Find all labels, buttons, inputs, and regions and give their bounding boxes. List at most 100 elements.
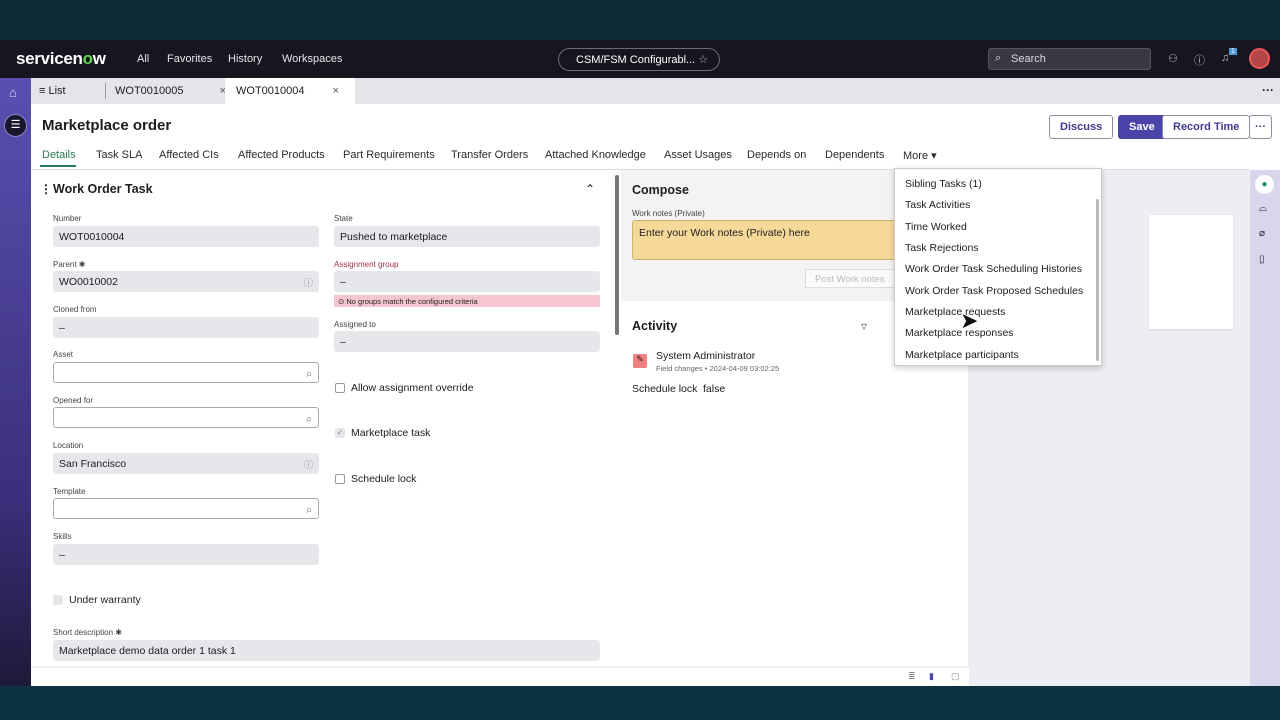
home-icon[interactable]: ⌂	[9, 85, 17, 100]
tab-affected-cis[interactable]: Affected CIs	[159, 149, 219, 161]
location-field[interactable]: San Francisco ⓘ	[53, 453, 319, 474]
cloned-from-label: Cloned from	[53, 305, 97, 314]
menu-scrollbar[interactable]	[1096, 199, 1099, 361]
tab-wot0010004[interactable]: WOT0010004 ×	[225, 78, 355, 104]
short-description-field[interactable]: Marketplace demo data order 1 task 1	[53, 640, 600, 661]
filter-icon[interactable]: ▿	[861, 319, 867, 333]
tab-wot0010005[interactable]: WOT0010005 ×	[115, 78, 226, 104]
info-icon[interactable]: ⓘ	[304, 458, 313, 471]
list-menu-icon[interactable]: ☰	[4, 114, 27, 137]
info-icon[interactable]: ⓘ	[304, 276, 313, 289]
parent-label: Parent ✱	[53, 260, 86, 269]
nav-workspaces[interactable]: Workspaces	[282, 53, 342, 65]
tab-asset-usages[interactable]: Asset Usages	[664, 149, 732, 161]
avatar[interactable]	[1249, 48, 1270, 69]
record-time-button[interactable]: Record Time	[1162, 115, 1251, 139]
collapse-icon[interactable]: ⌃	[585, 182, 595, 196]
search-icon[interactable]: ⌕	[306, 368, 312, 381]
context-label: CSM/FSM Configurabl...	[576, 54, 696, 66]
assigned-to-label: Assigned to	[334, 320, 376, 329]
marketplace-task-checkbox[interactable]: ✓	[335, 428, 345, 438]
chat-icon[interactable]: ⚇	[1168, 52, 1178, 65]
tab-details[interactable]: Details	[42, 149, 76, 161]
tab-transfer-orders[interactable]: Transfer Orders	[451, 149, 528, 161]
tab-label: List	[48, 85, 66, 97]
search-icon[interactable]: ⌕	[306, 413, 312, 426]
menu-item-proposed-schedules[interactable]: Work Order Task Proposed Schedules	[905, 285, 1083, 297]
tab-list[interactable]: ≡ List	[39, 78, 66, 104]
layout-full-icon[interactable]: ▢	[951, 671, 960, 682]
notification-badge: 1	[1229, 48, 1237, 55]
star-icon[interactable]: ☆	[698, 54, 708, 66]
under-warranty-checkbox[interactable]	[53, 595, 63, 605]
menu-item-sibling-tasks[interactable]: Sibling Tasks (1)	[905, 178, 982, 190]
top-navigation: servicenow All Favorites History Workspa…	[0, 40, 1280, 78]
bell-icon[interactable]: ♫	[1221, 52, 1229, 64]
help-icon[interactable]: ⓘ	[1194, 52, 1205, 68]
active-tab-indicator	[40, 165, 76, 167]
activity-title: Activity	[632, 319, 678, 333]
nav-favorites[interactable]: Favorites	[167, 53, 212, 65]
search-icon[interactable]: ⌕	[306, 504, 312, 517]
menu-item-marketplace-participants[interactable]: Marketplace participants	[905, 349, 1019, 361]
tab-task-sla[interactable]: Task SLA	[96, 149, 142, 161]
menu-item-time-worked[interactable]: Time Worked	[905, 221, 967, 233]
template-field[interactable]: ⌕	[53, 498, 319, 519]
skills-field[interactable]: –	[53, 544, 319, 565]
number-field[interactable]: WOT0010004	[53, 226, 319, 247]
document-icon[interactable]: ▯	[1259, 254, 1265, 265]
menu-item-task-rejections[interactable]: Task Rejections	[905, 242, 979, 254]
parent-field[interactable]: WO0010002 ⓘ	[53, 271, 319, 292]
form-scrollbar[interactable]	[615, 175, 619, 335]
asset-field[interactable]: ⌕	[53, 362, 319, 383]
attachment-icon[interactable]: ⌀	[1259, 228, 1265, 239]
tab-affected-products[interactable]: Affected Products	[238, 149, 325, 161]
state-field[interactable]: Pushed to marketplace	[334, 226, 600, 247]
parent-value: WO0010002	[59, 276, 118, 288]
layout-split-icon[interactable]: ▮	[929, 671, 934, 682]
close-icon[interactable]: ×	[332, 85, 338, 97]
search-input[interactable]: ⌕ Search	[988, 48, 1151, 70]
under-warranty-label: Under warranty	[69, 594, 141, 606]
tab-attached-knowledge[interactable]: Attached Knowledge	[545, 149, 646, 161]
location-label: Location	[53, 441, 84, 450]
drag-handle-icon[interactable]: ⋮	[40, 182, 52, 196]
allow-override-checkbox[interactable]	[335, 383, 345, 393]
footer-bar: ≣ ▮ ▢	[31, 666, 969, 686]
graduation-cap-icon[interactable]: ⌓	[1259, 203, 1267, 214]
menu-item-task-activities[interactable]: Task Activities	[905, 199, 970, 211]
work-notes-label: Work notes (Private)	[632, 209, 705, 218]
nav-history[interactable]: History	[228, 53, 262, 65]
side-card	[1149, 215, 1233, 329]
tab-label: WOT0010005	[115, 85, 184, 97]
logo-text: o	[82, 49, 93, 68]
search-placeholder: Search	[1011, 53, 1046, 65]
logo-text: w	[92, 49, 106, 68]
tab-bar: ≡ List WOT0010005 × WOT0010004 × ···	[31, 78, 1280, 104]
more-actions-button[interactable]: ···	[1249, 115, 1272, 139]
save-button[interactable]: Save	[1118, 115, 1166, 139]
assignment-group-field[interactable]: –	[334, 271, 600, 292]
menu-item-scheduling-histories[interactable]: Work Order Task Scheduling Histories	[905, 263, 1082, 275]
tab-overflow-icon[interactable]: ···	[1262, 83, 1274, 97]
context-pill[interactable]: CSM/FSM Configurabl... ☆	[558, 48, 720, 71]
search-icon: ⌕	[995, 52, 1002, 64]
state-label: State	[334, 214, 353, 223]
tab-dependents[interactable]: Dependents	[825, 149, 884, 161]
layout-single-icon[interactable]: ≣	[908, 671, 916, 682]
nav-all[interactable]: All	[137, 53, 149, 65]
tab-part-requirements[interactable]: Part Requirements	[343, 149, 435, 161]
menu-item-marketplace-requests[interactable]: Marketplace requests	[905, 306, 1005, 318]
mouse-cursor-icon: ➤	[960, 308, 979, 333]
tab-depends-on[interactable]: Depends on	[747, 149, 806, 161]
assigned-to-field[interactable]: –	[334, 331, 600, 352]
divider	[105, 83, 106, 99]
discuss-button[interactable]: Discuss	[1049, 115, 1114, 139]
cloned-from-field[interactable]: –	[53, 317, 319, 338]
activity-icon[interactable]: ●	[1255, 175, 1274, 194]
servicenow-logo[interactable]: servicenow	[16, 49, 106, 69]
opened-for-field[interactable]: ⌕	[53, 407, 319, 428]
assignment-group-label: Assignment group	[334, 260, 399, 269]
schedule-lock-checkbox[interactable]	[335, 474, 345, 484]
tab-more[interactable]: More ▾	[903, 149, 937, 162]
